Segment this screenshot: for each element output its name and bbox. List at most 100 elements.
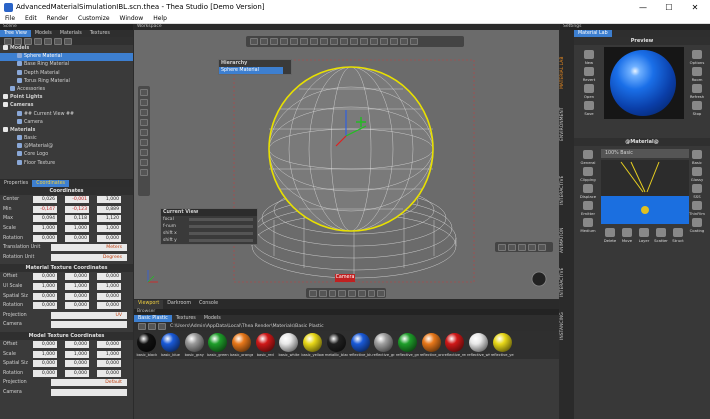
current-view-row[interactable]: shift y [161, 237, 257, 244]
mtc-camera-select[interactable] [51, 321, 127, 329]
menu-file[interactable]: File [0, 15, 20, 22]
material-swatch[interactable]: reflective_red [443, 333, 467, 359]
material-lab-button[interactable]: ThinFilm [688, 201, 706, 219]
number-input[interactable]: 0,000 [97, 292, 121, 300]
number-input[interactable]: 0,000 [65, 292, 89, 300]
tab-properties[interactable]: Properties [0, 180, 32, 187]
close-button[interactable]: ✕ [682, 0, 708, 14]
material-lab-button[interactable]: Layer [635, 228, 653, 246]
material-lab-button[interactable]: SSS [688, 184, 706, 202]
number-input[interactable]: 0,118 [65, 215, 89, 223]
material-swatch[interactable]: basic_yellow [301, 333, 325, 359]
tab-coordinates[interactable]: Coordinates [32, 180, 70, 187]
number-input[interactable]: 1,000 [33, 283, 57, 291]
folder-icon[interactable] [148, 323, 156, 330]
material-lab-button[interactable]: Glossy [688, 167, 706, 185]
current-view-row[interactable]: shift x [161, 230, 257, 237]
viewport[interactable]: Workspace Hierarchy Sphere Material Curr… [134, 24, 559, 299]
tool-icon[interactable] [508, 243, 516, 251]
tree-item[interactable]: Sphere Material [0, 53, 133, 62]
number-input[interactable]: 0,000 [65, 360, 89, 368]
material-lab-button[interactable]: Open [580, 84, 598, 102]
tree-item[interactable]: Floor Texture [0, 159, 133, 168]
number-input[interactable]: 0,000 [65, 273, 89, 281]
material-swatch[interactable]: reflective_green [396, 333, 420, 359]
number-input[interactable]: 0,000 [97, 369, 121, 377]
number-input[interactable]: 0,000 [65, 341, 89, 349]
tree-item[interactable]: Core Logo [0, 151, 133, 159]
tool-icon[interactable] [54, 37, 62, 45]
menu-window[interactable]: Window [115, 15, 149, 22]
tool-icon[interactable] [64, 37, 72, 45]
menu-help[interactable]: Help [148, 15, 172, 22]
tab-darkroom[interactable]: Darkroom [163, 300, 195, 309]
number-input[interactable]: 0,000 [33, 234, 57, 242]
tree-item[interactable]: Materials [0, 126, 133, 135]
material-lab-button[interactable]: Displace [579, 184, 597, 202]
slider-track[interactable] [189, 239, 253, 242]
hierarchy-item[interactable]: Sphere Material [219, 67, 283, 74]
material-lab-button[interactable]: Clipping [579, 167, 597, 185]
material-lab-button[interactable]: Emitter [579, 201, 597, 219]
slider-track[interactable] [189, 232, 253, 235]
model-projection-select[interactable]: Default [51, 379, 127, 387]
tree-item[interactable]: Cameras [0, 102, 133, 110]
current-view-row[interactable]: focal [161, 216, 257, 223]
number-input[interactable]: 0,000 [97, 273, 121, 281]
navigation-cube-icon[interactable] [531, 271, 547, 287]
tool-icon[interactable] [328, 289, 337, 297]
number-input[interactable]: 0,000 [97, 360, 121, 368]
material-lab-button[interactable]: Basic [688, 150, 706, 168]
tool-icon[interactable] [158, 323, 166, 330]
number-input[interactable]: 0,000 [33, 302, 57, 310]
maximize-button[interactable]: ☐ [656, 0, 682, 14]
material-lab-button[interactable]: Scatter [652, 228, 670, 246]
number-input[interactable]: 1,120 [97, 215, 121, 223]
side-tab-interactive[interactable]: INTERACTIVE [560, 168, 574, 212]
number-input[interactable]: 0,000 [33, 273, 57, 281]
tool-icon[interactable] [309, 289, 317, 297]
tab-textures[interactable]: Textures [172, 315, 200, 322]
number-input[interactable]: 0,000 [65, 234, 89, 242]
tool-icon[interactable] [498, 243, 506, 251]
tool-icon[interactable] [24, 37, 32, 45]
number-input[interactable]: 0,000 [65, 369, 89, 377]
number-input[interactable]: 0,000 [33, 369, 57, 377]
material-swatch[interactable]: reflective_blue [348, 333, 372, 359]
material-lab-button[interactable]: New [580, 50, 598, 68]
number-input[interactable]: 0,000 [33, 360, 57, 368]
tree-item[interactable]: Accessories [0, 85, 133, 94]
rotation-unit-select[interactable]: Degrees [51, 253, 127, 261]
material-swatch[interactable]: reflective_yellow [490, 333, 514, 359]
material-lab-button[interactable]: Refresh [688, 84, 706, 102]
tree-item[interactable]: Camera [0, 118, 133, 127]
number-input[interactable]: 0,000 [65, 302, 89, 310]
material-swatch[interactable]: basic_green [206, 333, 230, 359]
material-swatch[interactable]: basic_orange [230, 333, 254, 359]
side-tab-animation[interactable]: ANIMATION [560, 220, 574, 260]
material-swatch[interactable]: reflective_white [467, 333, 491, 359]
layer-row[interactable]: 100% Basic [601, 149, 689, 158]
material-lab-button[interactable]: Coating [688, 218, 706, 236]
material-lab-button[interactable]: Room [688, 67, 706, 85]
material-swatch[interactable]: basic_blue [159, 333, 183, 359]
material-swatch[interactable]: basic_black [135, 333, 159, 359]
number-input[interactable]: 0,094 [33, 215, 57, 223]
material-lab-button[interactable]: Delete [601, 228, 619, 246]
material-swatch[interactable]: basic_white [277, 333, 301, 359]
tree-item[interactable]: Models [0, 45, 133, 53]
tool-icon[interactable] [138, 323, 146, 330]
menu-edit[interactable]: Edit [20, 15, 42, 22]
tab-tree-view[interactable]: Tree View [0, 30, 31, 37]
tab-models[interactable]: Models [31, 30, 56, 37]
tree-item[interactable]: ## Current View ## [0, 110, 133, 119]
tree-item[interactable]: Depth Material [0, 69, 133, 78]
tab-material-lab[interactable]: Material Lab [574, 30, 612, 37]
number-input[interactable]: 0,000 [97, 302, 121, 310]
slider-track[interactable] [189, 225, 253, 228]
scene-wireframe[interactable] [134, 24, 559, 299]
number-input[interactable]: 1,000 [97, 225, 121, 233]
material-swatch[interactable]: reflective_orange [419, 333, 443, 359]
tab-textures[interactable]: Textures [86, 30, 114, 37]
number-input[interactable]: 0,000 [33, 292, 57, 300]
